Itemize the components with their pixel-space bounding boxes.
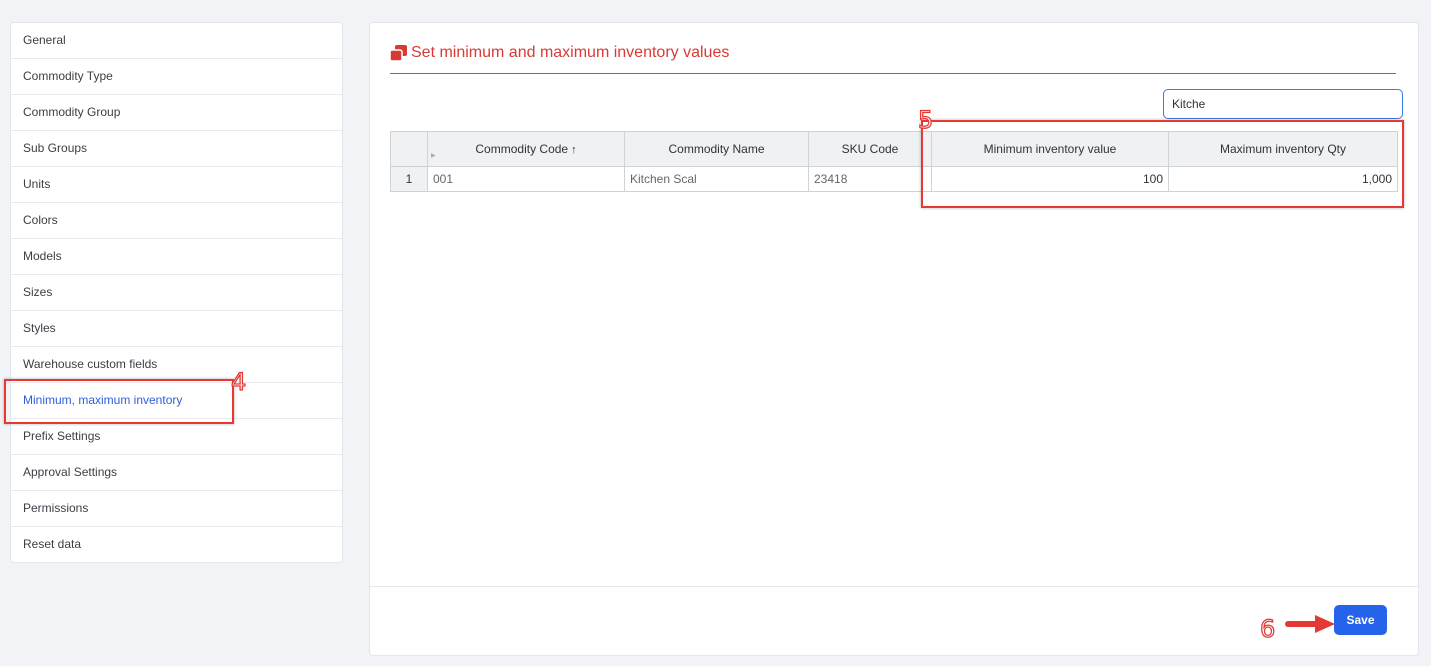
save-button[interactable]: Save (1334, 605, 1387, 635)
annotation-box-sidebar (4, 379, 234, 424)
footer-divider (370, 586, 1418, 587)
sidebar-item-general[interactable]: General (11, 23, 342, 59)
sidebar-item-permissions[interactable]: Permissions (11, 491, 342, 527)
sidebar-item-sub-groups[interactable]: Sub Groups (11, 131, 342, 167)
settings-sidebar: General Commodity Type Commodity Group S… (10, 22, 343, 563)
annotation-step-5: 5 (917, 106, 934, 134)
sidebar-item-styles[interactable]: Styles (11, 311, 342, 347)
annotation-arrow-icon (1285, 615, 1335, 633)
sidebar-item-models[interactable]: Models (11, 239, 342, 275)
main-panel: Set minimum and maximum inventory values… (369, 22, 1419, 656)
sidebar-item-sizes[interactable]: Sizes (11, 275, 342, 311)
cell-sku-code[interactable]: 23418 (808, 166, 932, 192)
sidebar-item-commodity-type[interactable]: Commodity Type (11, 59, 342, 95)
column-label: Commodity Code (475, 142, 569, 156)
search-input[interactable] (1163, 89, 1403, 119)
sidebar-item-prefix-settings[interactable]: Prefix Settings (11, 419, 342, 455)
column-header-sku-code[interactable]: SKU Code (808, 131, 932, 167)
column-header-commodity-name[interactable]: Commodity Name (624, 131, 809, 167)
row-number-header (390, 131, 428, 167)
sidebar-item-commodity-group[interactable]: Commodity Group (11, 95, 342, 131)
collapse-arrow-icon: ▶ (431, 153, 436, 159)
page-header: Set minimum and maximum inventory values (390, 43, 1396, 74)
sidebar-item-approval-settings[interactable]: Approval Settings (11, 455, 342, 491)
sidebar-item-units[interactable]: Units (11, 167, 342, 203)
sidebar-item-reset-data[interactable]: Reset data (11, 527, 342, 562)
copy-icon (390, 45, 407, 61)
cell-commodity-code[interactable]: 001 (427, 166, 625, 192)
row-number: 1 (390, 166, 428, 192)
cell-commodity-name[interactable]: Kitchen Scal (624, 166, 809, 192)
page-title: Set minimum and maximum inventory values (411, 44, 730, 61)
sidebar-item-colors[interactable]: Colors (11, 203, 342, 239)
annotation-box-table-columns (921, 120, 1404, 208)
sort-asc-icon: ↑ (571, 144, 577, 156)
annotation-step-6: 6 (1259, 615, 1276, 643)
column-header-commodity-code[interactable]: ▶ Commodity Code ↑ (427, 131, 625, 167)
sidebar-item-warehouse-custom-fields[interactable]: Warehouse custom fields (11, 347, 342, 383)
annotation-step-4: 4 (230, 368, 247, 396)
